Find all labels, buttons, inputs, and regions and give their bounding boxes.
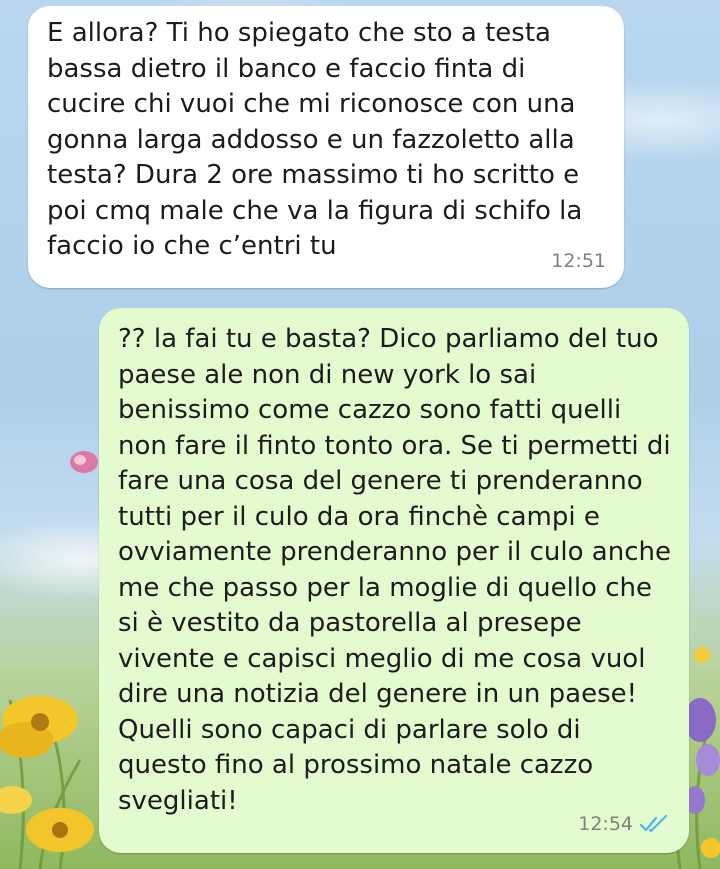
chat-background: E allora? Ti ho spiegato che sto a testa… (0, 0, 720, 869)
incoming-message-bubble[interactable]: E allora? Ti ho spiegato che sto a testa… (28, 6, 624, 288)
message-text: E allora? Ti ho spiegato che sto a testa… (47, 18, 583, 261)
message-text: ?? la fai tu e basta? Dico parliamo del … (118, 324, 671, 816)
outgoing-message-bubble[interactable]: ?? la fai tu e basta? Dico parliamo del … (99, 308, 689, 853)
message-time: 12:51 (551, 249, 606, 272)
message-time: 12:54 (578, 812, 633, 835)
message-meta: 12:51 (551, 244, 606, 280)
message-meta: 12:54 (578, 807, 669, 843)
double-check-icon (639, 815, 668, 833)
